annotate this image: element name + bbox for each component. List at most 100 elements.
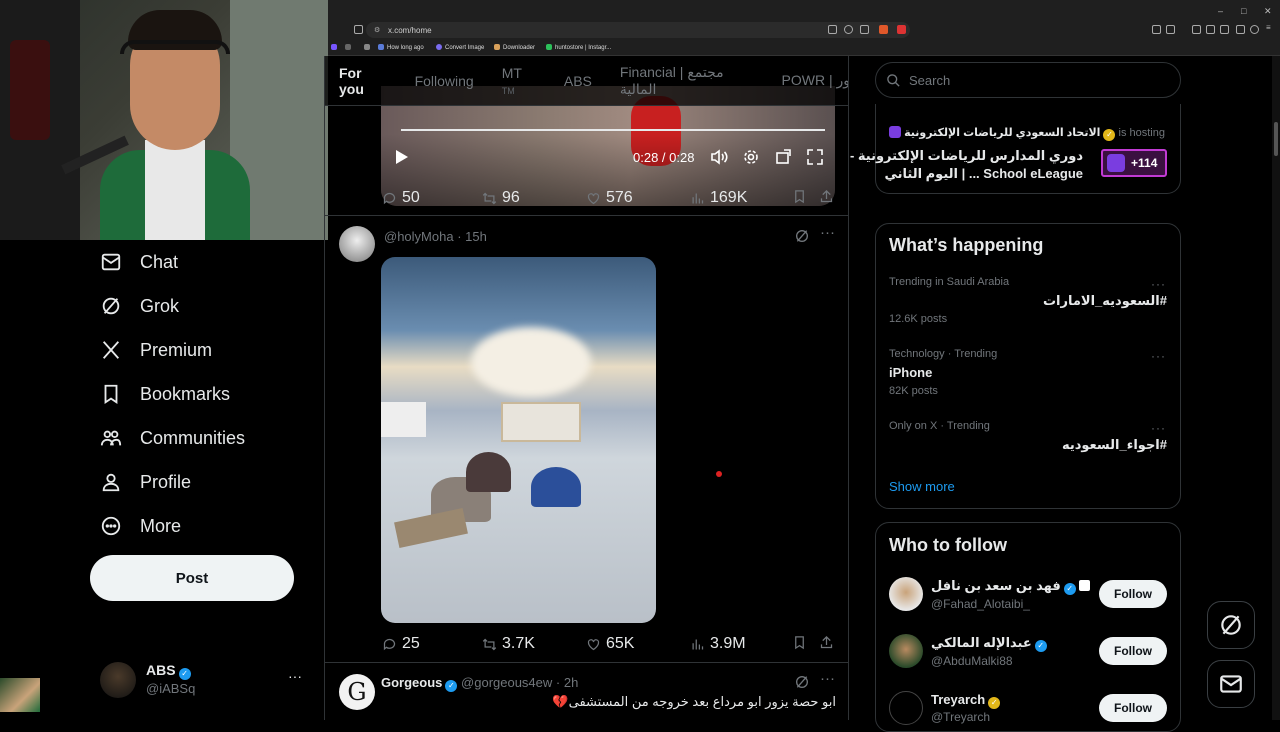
trend-context: Only on X · Trending [889, 420, 990, 432]
bookmark-icon[interactable] [792, 189, 807, 204]
reply-button[interactable]: 25 [382, 635, 420, 653]
screen-icon[interactable] [828, 25, 837, 34]
tab-mt-label: MT [501, 64, 522, 81]
vpn-icon[interactable] [1250, 25, 1259, 34]
music-icon[interactable] [1192, 25, 1201, 34]
show-more-link[interactable]: Show more [889, 479, 955, 494]
avatar[interactable] [889, 634, 923, 668]
like-button[interactable]: 65K [586, 635, 634, 653]
avatar[interactable]: G [339, 674, 375, 710]
rewards-icon[interactable] [897, 25, 906, 34]
bookmark-icon[interactable] [792, 635, 807, 650]
follow-button[interactable]: Follow [1099, 637, 1167, 665]
search-input[interactable]: Search [875, 62, 1181, 98]
download-icon[interactable] [1236, 25, 1245, 34]
space-join-button[interactable]: +114 [1101, 149, 1167, 177]
sidebar-icon[interactable] [1206, 25, 1215, 34]
nav-premium[interactable]: Premium [100, 336, 212, 364]
tweet-photo[interactable] [381, 257, 656, 623]
account-switcher[interactable]: ABS ✓ @iABSq ··· [100, 660, 320, 700]
follow-user-name-line: فهد بن سعد بن نافل ✓ [931, 578, 1091, 595]
space-listener-count: +114 [1131, 156, 1158, 170]
reply-button[interactable]: 50 [382, 189, 420, 207]
post-button[interactable]: Post [90, 555, 294, 601]
nav-grok[interactable]: Grok [100, 292, 179, 320]
car-graphic [381, 402, 426, 437]
bookmark-huntostore[interactable]: huntostore | Instagr... [546, 44, 611, 51]
tweet-author-name[interactable]: Gorgeous [381, 675, 442, 690]
video-progress-track[interactable] [401, 129, 825, 131]
maximize-button[interactable]: □ [1241, 6, 1246, 16]
follow-user-name[interactable]: فهد بن سعد بن نافل [931, 578, 1061, 593]
messages-fab-button[interactable] [1207, 660, 1255, 708]
views-button[interactable]: 3.9M [690, 635, 746, 653]
minimize-button[interactable]: – [1218, 6, 1223, 16]
space-card[interactable]: الاتحاد السعودي للرياضات الإلكترونية ✓ is… [850, 104, 1181, 194]
menu-icon[interactable]: ≡ [1266, 23, 1275, 32]
fullscreen-icon[interactable] [807, 149, 823, 165]
tab-powr[interactable]: POWR | ور [782, 72, 849, 89]
brave-shield-icon[interactable] [879, 25, 888, 34]
volume-icon[interactable] [711, 149, 728, 165]
trend-name[interactable]: #اجواء_السعوديه [889, 437, 1167, 453]
trend-more-icon[interactable]: ··· [1151, 277, 1166, 291]
tweet-handle[interactable]: @holyMoha [384, 229, 454, 244]
pip-icon[interactable] [775, 149, 791, 165]
zoom-icon[interactable] [844, 25, 853, 34]
trend-more-icon[interactable]: ··· [1151, 349, 1166, 363]
address-bar-url: x.com/home [388, 26, 432, 35]
repost-button[interactable]: 96 [482, 189, 520, 207]
grok-icon[interactable] [794, 674, 810, 690]
tab-following[interactable]: Following [415, 73, 474, 89]
nav-chat[interactable]: Chat [100, 248, 178, 276]
grok-fab-button[interactable] [1207, 601, 1255, 649]
share-icon[interactable] [819, 189, 834, 204]
extension-icon[interactable] [1152, 25, 1161, 34]
scrollbar-thumb[interactable] [1274, 122, 1278, 156]
grok-icon [1221, 615, 1241, 635]
views-button[interactable]: 169K [690, 189, 747, 207]
nav-communities[interactable]: Communities [100, 424, 245, 452]
follow-button[interactable]: Follow [1099, 694, 1167, 722]
nav-bookmarks[interactable]: Bookmarks [100, 380, 230, 408]
like-button[interactable]: 576 [586, 189, 633, 207]
tweet-handle[interactable]: @gorgeous4ew [461, 675, 552, 690]
avatar[interactable] [889, 577, 923, 611]
play-icon[interactable] [393, 149, 409, 165]
tab-for-you[interactable]: For you [339, 65, 387, 97]
repost-button[interactable]: 3.7K [482, 635, 535, 653]
avatar[interactable] [339, 226, 375, 262]
bookmark-how-long-ago[interactable]: How long ago [378, 44, 424, 51]
follow-user-name[interactable]: Treyarch [931, 692, 985, 707]
grok-icon [102, 297, 120, 315]
tab-mt[interactable]: MT TM [502, 65, 536, 97]
nav-profile[interactable]: Profile [100, 468, 191, 496]
follow-button[interactable]: Follow [1099, 580, 1167, 608]
bookmark-convert-image[interactable]: Convert Image [436, 44, 484, 51]
grok-icon[interactable] [794, 228, 810, 244]
settings-gear-icon[interactable] [743, 149, 759, 165]
share-icon[interactable] [860, 25, 869, 34]
trend-name[interactable]: #السعوديه_الامارات [889, 293, 1167, 309]
small-webcam-thumbnail [0, 678, 40, 712]
affiliate-badge-icon [1079, 580, 1091, 591]
who-to-follow-title: Who to follow [889, 535, 1007, 555]
extension-icon[interactable] [1166, 25, 1175, 34]
trend-more-icon[interactable]: ··· [1151, 421, 1166, 435]
bookmark-icon[interactable] [345, 44, 354, 51]
nav-more[interactable]: More [100, 512, 181, 540]
bookmark-icon[interactable] [331, 44, 340, 51]
tweet-more-icon[interactable]: ··· [820, 224, 835, 241]
follow-user-name[interactable]: عبدالإله المالكي [931, 635, 1032, 650]
tab-financial[interactable]: Financial | مجتمع المالية [620, 64, 754, 98]
tab-abs[interactable]: ABS [564, 73, 592, 89]
bookmark-downloader[interactable]: Downloader [494, 44, 535, 51]
views-icon [692, 639, 704, 649]
close-window-button[interactable]: ✕ [1264, 6, 1272, 17]
bookmark-icon[interactable] [364, 44, 373, 51]
wallet-icon[interactable] [1220, 25, 1229, 34]
share-icon[interactable] [819, 635, 834, 650]
tweet-more-icon[interactable]: ··· [820, 670, 835, 687]
trend-name[interactable]: iPhone [889, 365, 932, 380]
account-name: ABS [146, 662, 176, 678]
